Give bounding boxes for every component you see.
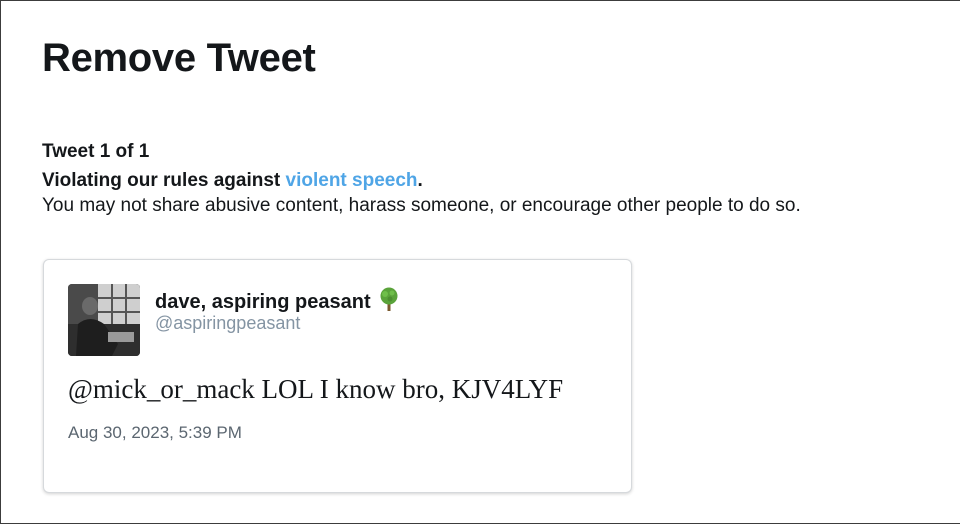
tweet-card: dave, aspiring peasant @aspiringpeasant … [43, 259, 632, 493]
tweet-counter: Tweet 1 of 1 [42, 141, 150, 162]
violent-speech-link[interactable]: violent speech [286, 170, 418, 191]
violation-suffix: . [417, 170, 423, 191]
tweet-text: @mick_or_mack LOL I know bro, KJV4LYF [68, 374, 564, 404]
tweet-timestamp[interactable]: Aug 30, 2023, 5:39 PM [68, 422, 242, 444]
avatar-photo [68, 284, 140, 356]
display-name[interactable]: dave, aspiring peasant [155, 286, 401, 315]
violation-notice: Violating our rules against violent spee… [42, 169, 423, 193]
violation-description: You may not share abusive content, haras… [42, 195, 801, 216]
user-handle[interactable]: @aspiringpeasant [155, 312, 300, 334]
deciduous-tree-icon [380, 287, 398, 311]
display-name-text: dave, aspiring peasant [155, 291, 371, 313]
violation-prefix: Violating our rules against [42, 170, 286, 191]
page-title: Remove Tweet [42, 36, 316, 80]
avatar[interactable] [68, 284, 140, 356]
